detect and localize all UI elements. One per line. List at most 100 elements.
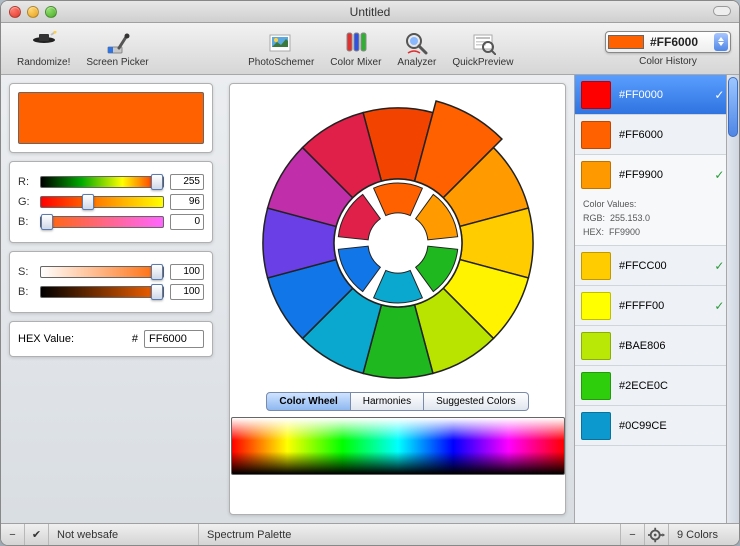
color-count: 9 Colors [669,524,739,545]
check-icon: ✓ [714,259,724,273]
color-wheel[interactable] [248,88,548,388]
b-value[interactable]: 0 [170,214,204,230]
history-row[interactable]: #2ECE0C▸ [575,366,739,406]
photoschemer-label: PhotoSchemer [248,57,314,68]
history-swatch [581,161,611,189]
tab-color-wheel[interactable]: Color Wheel [266,392,350,411]
history-row[interactable]: #FF9900✓▾Color Values:RGB: 255.153.0HEX:… [575,155,739,246]
tab-harmonies[interactable]: Harmonies [351,392,424,411]
minus-button[interactable]: − [1,524,25,545]
randomize-label: Randomize! [17,57,70,68]
history-swatch [581,372,611,400]
color-mixer-button[interactable]: Color Mixer [322,23,389,74]
hex-dropdown[interactable]: #FF6000 [605,31,731,53]
check-button[interactable]: ✔ [25,524,49,545]
r-label: R: [18,176,34,188]
history-row[interactable]: #FF6000▸ [575,115,739,155]
scroll-thumb[interactable] [728,77,738,137]
photoschemer-button[interactable]: PhotoSchemer [240,23,322,74]
app-window: Untitled Randomize! Screen Picker PhotoS… [0,0,740,546]
history-hex: #FF9900 [619,169,714,181]
history-hex: #FFFF00 [619,300,714,312]
history-hex: #FFCC00 [619,260,714,272]
hex-dropdown-value: #FF6000 [650,35,714,49]
history-hex: #0C99CE [619,420,724,432]
history-swatch [581,332,611,360]
eyedropper-icon [103,30,131,56]
photo-icon [267,30,295,56]
tab-suggested[interactable]: Suggested Colors [424,392,529,411]
history-details: Color Values:RGB: 255.153.0HEX: FF9900 [575,195,739,245]
history-swatch [581,252,611,280]
history-hex: #BAE806 [619,340,724,352]
screen-picker-label: Screen Picker [86,57,148,68]
check-icon: ✓ [714,299,724,313]
b-label: B: [18,216,34,228]
analyzer-label: Analyzer [397,57,436,68]
history-swatch [581,81,611,109]
toolbar-toggle-icon[interactable] [713,6,731,16]
swatch-panel [9,83,213,153]
analyze-icon [403,30,431,56]
color-history-label: Color History [639,56,697,67]
scrollbar[interactable] [726,75,739,523]
history-column: #FF0000✓▸#FF6000▸#FF9900✓▾Color Values:R… [574,75,739,523]
websafe-status: Not websafe [49,524,199,545]
rgb-panel: R: 255 G: 96 B: 0 [9,161,213,243]
history-row[interactable]: #FFCC00✓▸ [575,246,739,286]
b-slider[interactable] [40,216,164,228]
gear-icon [646,526,668,544]
stepper-arrows-icon[interactable] [714,33,728,51]
toolbar: Randomize! Screen Picker PhotoSchemer Co… [1,23,739,75]
hex-dropdown-swatch [608,35,644,49]
r-slider[interactable] [40,176,164,188]
window-title: Untitled [1,5,739,19]
randomize-button[interactable]: Randomize! [9,23,78,74]
history-row[interactable]: #FFFF00✓▸ [575,286,739,326]
g-value[interactable]: 96 [170,194,204,210]
history-hex: #FF6000 [619,129,724,141]
hex-panel: HEX Value: # [9,321,213,357]
preview-icon [469,30,497,56]
br-slider[interactable] [40,286,164,298]
history-row[interactable]: #0C99CE▸ [575,406,739,446]
minus2-button[interactable]: − [621,524,645,545]
wheel-tabs: Color Wheel Harmonies Suggested Colors [266,392,528,411]
history-hex: #FF0000 [619,89,714,101]
palette-name[interactable]: Spectrum Palette [199,524,621,545]
check-icon: ✓ [714,168,724,182]
mixer-icon [342,30,370,56]
title-bar: Untitled [1,1,739,23]
status-bar: − ✔ Not websafe Spectrum Palette − 9 Col… [1,523,739,545]
screen-picker-button[interactable]: Screen Picker [78,23,156,74]
color-mixer-label: Color Mixer [330,57,381,68]
wheel-panel: Color Wheel Harmonies Suggested Colors [229,83,566,515]
history-row[interactable]: #FF0000✓▸ [575,75,739,115]
mid-column: Color Wheel Harmonies Suggested Colors [221,75,574,523]
history-hex: #2ECE0C [619,380,724,392]
quickpreview-label: QuickPreview [452,57,513,68]
s-label: S: [18,266,34,278]
current-color-swatch [18,92,204,144]
br-label: B: [18,286,34,298]
hex-prefix: # [132,333,138,345]
s-slider[interactable] [40,266,164,278]
history-swatch [581,121,611,149]
left-column: R: 255 G: 96 B: 0 S: [1,75,221,523]
history-swatch [581,412,611,440]
analyzer-button[interactable]: Analyzer [389,23,444,74]
spectrum-palette[interactable] [231,417,565,475]
r-value[interactable]: 255 [170,174,204,190]
history-swatch [581,292,611,320]
hex-input[interactable] [144,330,204,348]
quickpreview-button[interactable]: QuickPreview [444,23,521,74]
hex-label: HEX Value: [18,333,74,345]
wand-icon [30,30,58,56]
g-slider[interactable] [40,196,164,208]
br-value[interactable]: 100 [170,284,204,300]
history-list: #FF0000✓▸#FF6000▸#FF9900✓▾Color Values:R… [575,75,739,523]
s-value[interactable]: 100 [170,264,204,280]
history-row[interactable]: #BAE806▸ [575,326,739,366]
gear-button[interactable] [645,524,669,545]
check-icon: ✓ [714,88,724,102]
